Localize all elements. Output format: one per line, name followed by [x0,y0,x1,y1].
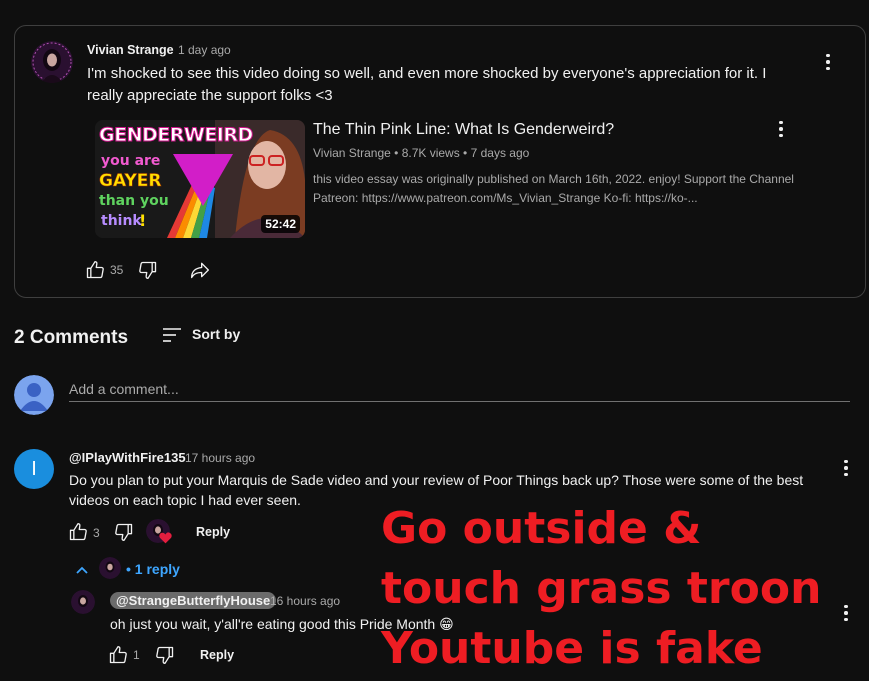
reply-action-menu-icon[interactable] [838,602,854,624]
reply-author-avatar[interactable] [71,590,95,614]
reply-like-count: 1 [133,648,140,662]
video-action-menu-icon[interactable] [773,118,789,140]
post-author-name[interactable]: Vivian Strange [87,43,174,57]
chevron-up-icon[interactable] [75,563,89,577]
thumbs-down-icon [115,523,133,541]
thumbnail-text-gayer: GAYER [99,171,162,192]
post-text-line-2: really appreciate the support folks <3 [87,87,333,104]
video-duration: 52:42 [261,215,300,233]
video-description-line-1: this video essay was originally publishe… [313,172,794,186]
thumbs-up-icon [86,261,104,279]
current-user-avatar [14,375,54,415]
post-like-button[interactable] [84,259,106,281]
avatar-letter: I [31,457,37,480]
reply-author-handle-chip[interactable]: @StrangeButterflyHouse [110,592,277,609]
comment-text-line-1: Do you plan to put your Marquis de Sade … [69,472,804,488]
comment-author-avatar[interactable]: I [14,449,54,489]
view-replies-button[interactable]: • 1 reply [126,561,180,577]
sort-icon[interactable] [160,324,184,346]
replies-dot: • [126,561,131,577]
comment-like-button[interactable] [67,521,89,543]
video-meta: Vivian Strange • 8.7K views • 7 days ago [313,146,530,160]
thumbnail-text-you-are: you are [101,153,161,169]
overlay-text-line-3: Youtube is fake [381,623,763,674]
sort-by-button[interactable]: Sort by [192,326,240,342]
post-share-button[interactable] [189,259,211,281]
comment-text-line-2: videos on each topic I had ever seen. [69,492,301,508]
thumbnail-text-exclamation: ! [139,211,147,230]
add-comment-input[interactable] [69,376,850,402]
comment-action-menu-icon[interactable] [838,457,854,479]
thumbs-down-icon [156,646,174,664]
comment-author-handle[interactable]: @IPlayWithFire135 [69,450,186,465]
video-description-line-2: Patreon: https://www.patreon.com/Ms_Vivi… [313,191,698,205]
post-dislike-button[interactable] [137,259,159,281]
thumbnail-text-think: think [101,213,142,229]
post-like-count: 35 [110,263,124,277]
heart-icon [159,531,172,544]
post-time[interactable]: 1 day ago [178,43,231,57]
share-icon [191,262,209,279]
overlay-text-line-1: Go outside & [381,503,702,554]
video-thumbnail[interactable]: GENDERWEIRD you are GAYER than you think… [95,120,305,238]
comments-count: 2 Comments [14,327,129,348]
comment-reply-button[interactable]: Reply [196,525,230,539]
reply-dislike-button[interactable] [154,644,176,666]
reply-time[interactable]: 16 hours ago [270,594,340,608]
replies-count: 1 reply [134,561,180,577]
video-title[interactable]: The Thin Pink Line: What Is Genderweird? [313,121,614,139]
comment-like-count: 3 [93,526,100,540]
thumbs-up-icon [109,646,127,664]
replier-avatar-mini [99,557,121,579]
post-author-avatar[interactable] [31,41,73,83]
post-text-line-1: I'm shocked to see this video doing so w… [87,65,767,82]
reply-like-button[interactable] [107,644,129,666]
thumbnail-text-than-you: than you [99,193,169,209]
reply-reply-button[interactable]: Reply [200,648,234,662]
comment-dislike-button[interactable] [113,521,135,543]
overlay-text-line-2: touch grass troon [381,563,822,614]
thumbs-down-icon [139,261,157,279]
post-action-menu-icon[interactable] [820,51,836,73]
comment-time[interactable]: 17 hours ago [185,451,255,465]
thumbnail-title-genderweird: GENDERWEIRD [99,124,254,147]
thumbs-up-icon [69,523,87,541]
